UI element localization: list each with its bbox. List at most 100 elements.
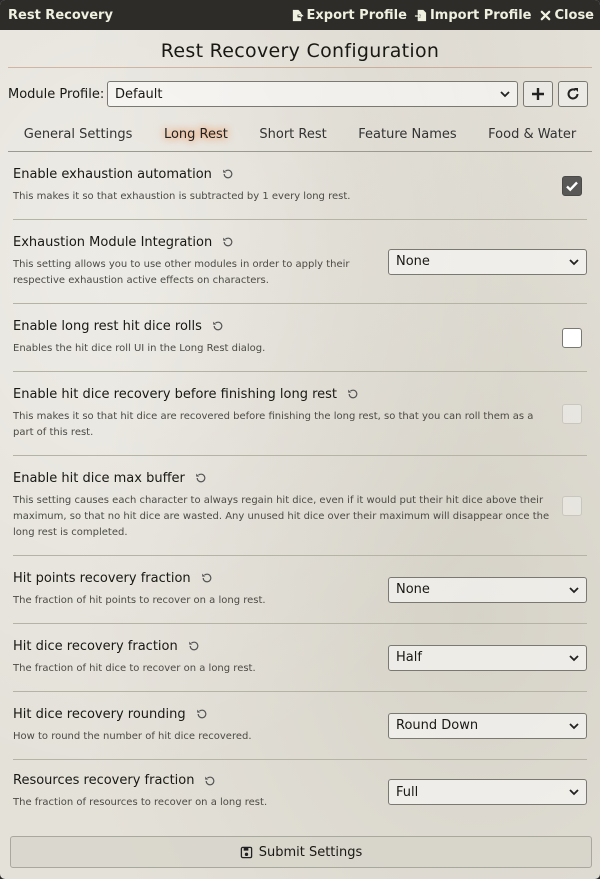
close-button[interactable]: Close xyxy=(539,8,594,23)
hit-dice-recovery-roundingselect[interactable]: Round Down xyxy=(388,712,587,739)
select-value: Half xyxy=(396,650,422,665)
setting-label: Enable long rest hit dice rolls xyxy=(13,319,552,334)
setting-text: Enable hit dice recovery before finishin… xyxy=(13,387,562,441)
setting-hint: The fraction of hit points to recover on… xyxy=(13,594,266,606)
add-profile-button[interactable] xyxy=(523,81,553,107)
resources-recovery-fractionselect[interactable]: Full xyxy=(388,779,587,805)
tab-food-water[interactable]: Food & Water xyxy=(482,125,582,144)
setting-hint: This makes it so that exhaustion is subt… xyxy=(13,190,351,202)
rest-recovery-window: Rest Recovery Export Profile Import Prof… xyxy=(0,0,600,879)
setting-text: Enable hit dice max buffer This setting c… xyxy=(13,471,562,541)
file-export-icon xyxy=(292,9,304,21)
plus-icon xyxy=(532,88,544,100)
setting-label: Enable exhaustion automation xyxy=(13,167,552,182)
enable-hit-dice-max-buffercheckbox xyxy=(562,495,582,516)
reset-icon[interactable] xyxy=(222,236,234,248)
chevron-down-icon xyxy=(569,258,579,265)
setting-label: Exhaustion Module Integration xyxy=(13,235,378,250)
reset-profile-button[interactable] xyxy=(558,81,588,107)
setting-label: Hit dice recovery rounding xyxy=(13,707,378,722)
setting-row-hit-points-recovery-fraction: Hit points recovery fraction The fraction… xyxy=(13,556,587,624)
chevron-down-icon xyxy=(500,91,510,98)
setting-text: Enable long rest hit dice rolls Enables t… xyxy=(13,319,562,357)
tab-long-rest[interactable]: Long Rest xyxy=(158,125,234,144)
setting-row-hit-dice-recovery-fraction: Hit dice recovery fraction The fraction o… xyxy=(13,624,587,692)
setting-hint: This makes it so that hit dice are recov… xyxy=(13,410,534,438)
import-profile-label: Import Profile xyxy=(429,7,532,23)
reset-icon[interactable] xyxy=(201,572,213,584)
hit-points-recovery-fractionselect[interactable]: None xyxy=(388,576,587,603)
setting-hint: This setting allows you to use other mod… xyxy=(13,258,350,286)
setting-text: Hit dice recovery fraction The fraction o… xyxy=(13,639,388,677)
enable-long-rest-hit-dice-rollscheckbox[interactable] xyxy=(562,327,582,348)
import-profile-button[interactable]: Import Profile xyxy=(414,8,532,23)
tab-short-rest[interactable]: Short Rest xyxy=(253,125,332,144)
exhaustion-module-integrationselect[interactable]: None xyxy=(388,248,587,275)
reset-icon[interactable] xyxy=(204,775,216,787)
module-profile-label: Module Profile: xyxy=(8,86,105,102)
setting-row-hit-dice-recovery-rounding: Hit dice recovery rounding How to round t… xyxy=(13,692,587,760)
setting-row-enable-hit-dice-max-buffer: Enable hit dice max buffer This setting c… xyxy=(13,456,587,556)
setting-label: Hit dice recovery fraction xyxy=(13,639,378,654)
close-label: Close xyxy=(554,7,594,23)
setting-hint: Enables the hit dice roll UI in the Long… xyxy=(13,342,266,354)
chevron-down-icon xyxy=(569,789,579,796)
tab-feature-names[interactable]: Feature Names xyxy=(352,125,462,144)
setting-hint: The fraction of hit dice to recover on a… xyxy=(13,662,256,674)
redo-icon xyxy=(567,88,579,100)
chevron-down-icon xyxy=(569,722,579,729)
reset-icon[interactable] xyxy=(195,472,207,484)
setting-row-resources-recovery-fraction: Resources recovery fraction The fraction … xyxy=(13,760,587,824)
tab-general-settings[interactable]: General Settings xyxy=(18,125,139,144)
checkmark-icon xyxy=(566,181,578,191)
module-profile-row: Module Profile: Default xyxy=(8,80,592,108)
setting-label-text: Exhaustion Module Integration xyxy=(13,234,213,250)
reset-icon[interactable] xyxy=(196,708,208,720)
setting-hint: How to round the number of hit dice reco… xyxy=(13,730,252,742)
setting-label: Hit points recovery fraction xyxy=(13,571,378,586)
setting-label-text: Hit dice recovery fraction xyxy=(13,638,178,654)
enable-exhaustion-automationcheckbox[interactable] xyxy=(562,175,582,196)
select-value: Round Down xyxy=(396,718,479,733)
setting-label-text: Resources recovery fraction xyxy=(13,773,195,788)
reset-icon[interactable] xyxy=(222,168,234,180)
setting-hint: The fraction of resources to recover on … xyxy=(13,797,268,808)
setting-text: Hit dice recovery rounding How to round t… xyxy=(13,707,388,745)
setting-label: Enable hit dice recovery before finishin… xyxy=(13,387,552,402)
setting-text: Resources recovery fraction The fraction … xyxy=(13,773,388,811)
module-profile-value: Default xyxy=(115,86,163,102)
close-icon xyxy=(540,10,550,20)
select-value: Full xyxy=(396,784,419,800)
hit-dice-recovery-fractionselect[interactable]: Half xyxy=(388,644,587,671)
setting-label: Resources recovery fraction xyxy=(13,773,378,788)
chevron-down-icon xyxy=(569,654,579,661)
setting-text: Exhaustion Module Integration This settin… xyxy=(13,235,388,289)
settings-tabs: General Settings Long Rest Short Rest Featu… xyxy=(8,116,592,152)
page-title: Rest Recovery Configuration xyxy=(8,38,592,68)
save-icon xyxy=(240,846,252,858)
select-value: None xyxy=(396,254,430,269)
setting-hint: This setting causes each character to al… xyxy=(13,494,550,538)
enable-hit-dice-recovery-before-finishing-long-restcheckbox xyxy=(562,403,582,424)
chevron-down-icon xyxy=(569,586,579,593)
setting-row-enable-exhaustion-automation: Enable exhaustion automation This makes i… xyxy=(13,152,587,220)
file-import-icon xyxy=(414,9,427,21)
setting-label-text: Hit points recovery fraction xyxy=(13,570,191,586)
window-titlebar[interactable]: Rest Recovery Export Profile Import Prof… xyxy=(0,0,600,30)
setting-label-text: Enable long rest hit dice rolls xyxy=(13,318,202,334)
reset-icon[interactable] xyxy=(212,320,224,332)
reset-icon[interactable] xyxy=(188,640,200,652)
module-profile-select[interactable]: Default xyxy=(107,81,518,107)
export-profile-button[interactable]: Export Profile xyxy=(291,8,407,23)
settings-list: Enable exhaustion automation This makes i… xyxy=(8,152,592,824)
window-title: Rest Recovery xyxy=(8,7,113,23)
setting-row-exhaustion-module-integration: Exhaustion Module Integration This settin… xyxy=(13,220,587,304)
setting-label: Enable hit dice max buffer xyxy=(13,471,552,486)
setting-label-text: Enable exhaustion automation xyxy=(13,166,212,182)
setting-row-enable-hit-dice-recovery-before-finishing-long-rest: Enable hit dice recovery before finishin… xyxy=(13,372,587,456)
export-profile-label: Export Profile xyxy=(306,7,407,23)
reset-icon[interactable] xyxy=(347,388,359,400)
submit-settings-label: Submit Settings xyxy=(258,844,363,860)
setting-row-enable-long-rest-hit-dice-rolls: Enable long rest hit dice rolls Enables t… xyxy=(13,304,587,372)
submit-settings-button[interactable]: Submit Settings xyxy=(10,836,592,868)
